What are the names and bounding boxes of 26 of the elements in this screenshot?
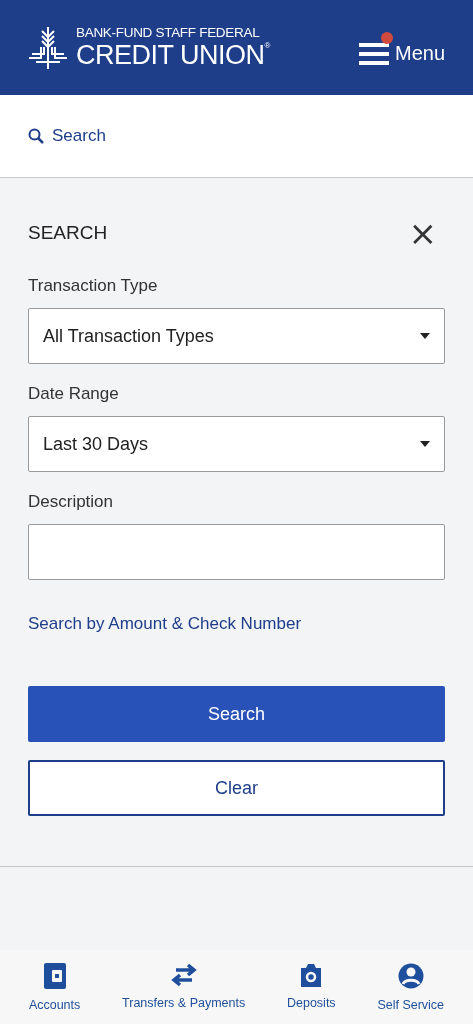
nav-tab[interactable]: Transfers & Payments: [122, 950, 246, 1024]
menu-icon: [358, 41, 389, 66]
menu-button[interactable]: Menu: [358, 29, 445, 66]
search-button[interactable]: Search: [28, 686, 445, 742]
input-field[interactable]: [28, 524, 445, 580]
panel-title: SEARCH: [28, 222, 108, 244]
field-label: Date Range: [28, 384, 120, 404]
search-icon: [28, 128, 44, 144]
transfer-arrows-icon: [169, 962, 198, 988]
nav-tab[interactable]: Accounts: [28, 950, 81, 1024]
logo-text: BANK-FUND STAFF FEDERAL: [76, 26, 261, 40]
logo-icon: [28, 24, 68, 71]
close-button[interactable]: ×: [408, 216, 445, 250]
nav-tab[interactable]: Self Service: [377, 950, 445, 1024]
amount-search-link[interactable]: Search by Amount & Check Number: [28, 614, 445, 634]
select-field[interactable]: All Transaction Types: [28, 308, 445, 364]
field-label: Description: [28, 492, 115, 512]
search-link[interactable]: Search: [28, 126, 106, 146]
logo-title: CREDIT UNION$^{®}$: [76, 41, 270, 69]
field-label: Transaction Type: [28, 276, 159, 296]
user-icon: [397, 962, 424, 990]
nav-tab[interactable]: Deposits: [287, 950, 336, 1024]
wallet-icon: [42, 962, 67, 990]
clear-button[interactable]: Clear: [28, 760, 445, 816]
select-field[interactable]: Last 30 Days: [28, 416, 445, 472]
camera-icon: [299, 962, 324, 988]
